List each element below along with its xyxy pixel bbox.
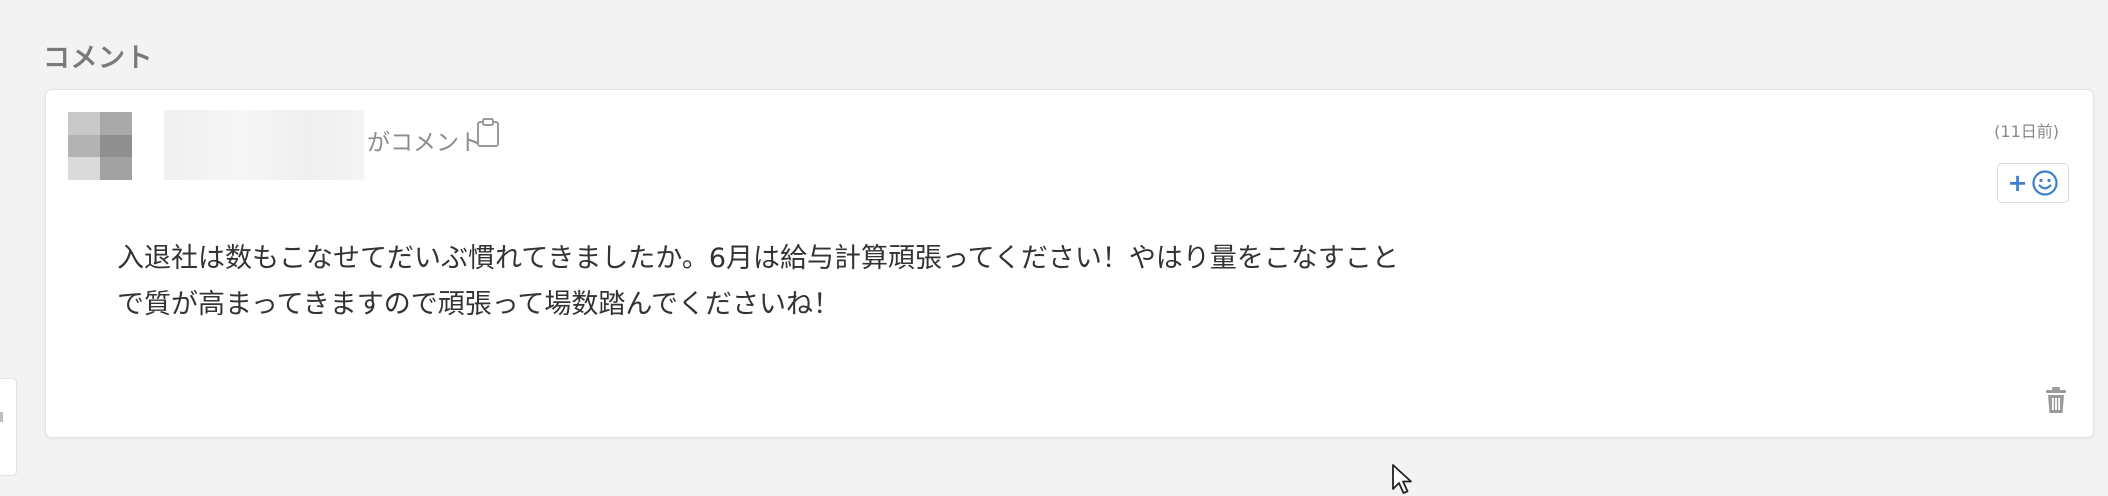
comment-body-line: 入退社は数もこなせてだいぶ慣れてきましたか。6月は給与計算頑張ってください！やは… — [117, 243, 1399, 274]
section-title: コメント — [43, 43, 153, 74]
avatar-tile — [68, 157, 100, 180]
avatar-tile — [68, 134, 100, 158]
page: コメント がコメント (11日前) + 入退社は数もこなせてだいぶ慣れてきました… — [0, 0, 2108, 496]
side-panel-tab-marker — [0, 412, 3, 422]
comment-card: がコメント (11日前) + 入退社は数もこなせてだいぶ慣れてきましたか。6月は… — [45, 89, 2094, 438]
author-name-redacted — [164, 110, 364, 180]
trash-icon[interactable] — [2043, 386, 2069, 414]
avatar-tile — [100, 112, 132, 135]
add-reaction-button[interactable]: + — [1997, 163, 2069, 203]
reaction-plus-label: + — [2007, 169, 2028, 197]
side-panel-tab[interactable] — [0, 378, 17, 476]
mouse-cursor-icon — [1391, 463, 1417, 496]
clipboard-icon[interactable] — [473, 117, 503, 149]
comment-body: 入退社は数もこなせてだいぶ慣れてきましたか。6月は給与計算頑張ってください！やは… — [117, 236, 1677, 328]
smiley-icon — [2031, 170, 2058, 196]
avatar — [68, 112, 132, 180]
commented-label: がコメント — [367, 130, 482, 156]
comment-timestamp: (11日前) — [1994, 122, 2059, 141]
avatar-tile — [68, 112, 100, 135]
avatar-tile — [100, 134, 132, 158]
comment-body-line: で質が高まってきますので頑張って場数踏んでくださいね！ — [117, 289, 841, 320]
avatar-tile — [100, 157, 132, 180]
